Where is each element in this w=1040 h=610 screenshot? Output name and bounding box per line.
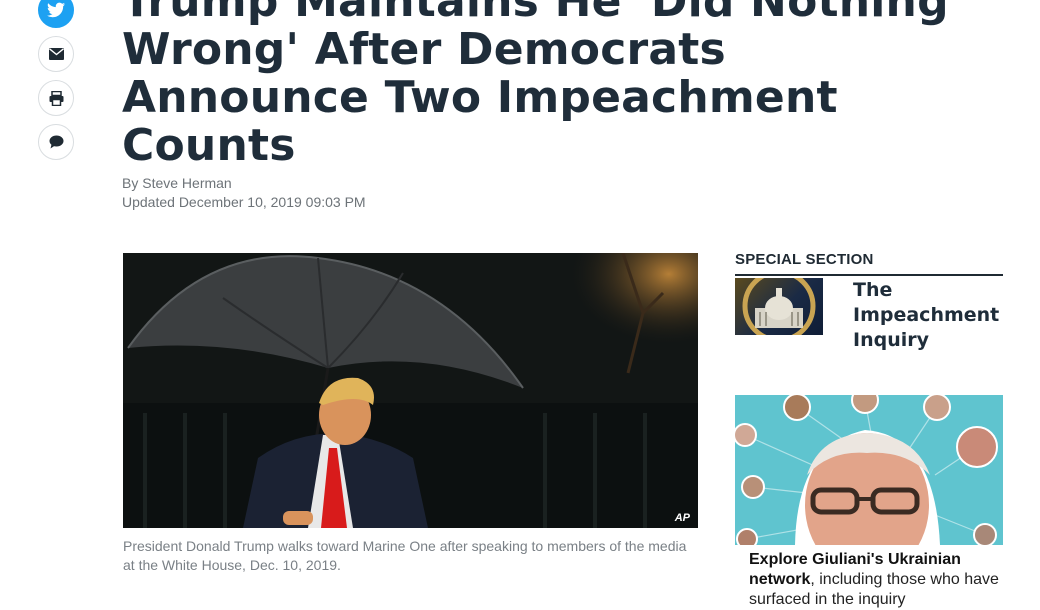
- headline-line: Wrong' After Democrats: [122, 24, 726, 75]
- photo-credit: AP: [674, 512, 690, 524]
- headline-line: Counts: [122, 120, 296, 171]
- twitter-share-button[interactable]: [38, 0, 74, 28]
- updated-timestamp: Updated December 10, 2019 09:03 PM: [122, 194, 366, 210]
- print-button[interactable]: [38, 80, 74, 116]
- photo-caption: President Donald Trump walks toward Mari…: [123, 538, 687, 573]
- twitter-icon: [47, 2, 65, 18]
- byline: By Steve Herman: [122, 175, 232, 191]
- comment-icon: [49, 135, 63, 149]
- email-share-button[interactable]: [38, 36, 74, 72]
- article-meta: By Steve Herman Updated December 10, 201…: [122, 174, 366, 212]
- article-photo[interactable]: AP: [123, 253, 698, 528]
- article-headline: Trump Maintains He 'Did Nothing Wrong' A…: [122, 0, 1022, 170]
- impeachment-thumbnail: [735, 278, 823, 335]
- envelope-icon: [48, 48, 64, 60]
- promo-text: Explore Giuliani's Ukrainian network, in…: [749, 550, 999, 610]
- special-section-link[interactable]: The Impeachment Inquiry: [735, 278, 1035, 358]
- comment-button[interactable]: [38, 124, 74, 160]
- special-section-label: SPECIAL SECTION: [735, 251, 1003, 276]
- headline-line: Trump Maintains He 'Did Nothing: [122, 0, 949, 27]
- headline-line: Announce Two Impeachment: [122, 72, 838, 123]
- special-section-title: The Impeachment Inquiry: [853, 279, 1000, 351]
- photo-illustration: [123, 253, 698, 528]
- network-graphic: [735, 395, 1003, 545]
- giuliani-network-promo[interactable]: Explore Giuliani's Ukrainian network, in…: [735, 395, 1003, 608]
- network-illustration: [735, 395, 998, 545]
- capitol-seal-image: [742, 278, 816, 335]
- printer-icon: [49, 90, 63, 106]
